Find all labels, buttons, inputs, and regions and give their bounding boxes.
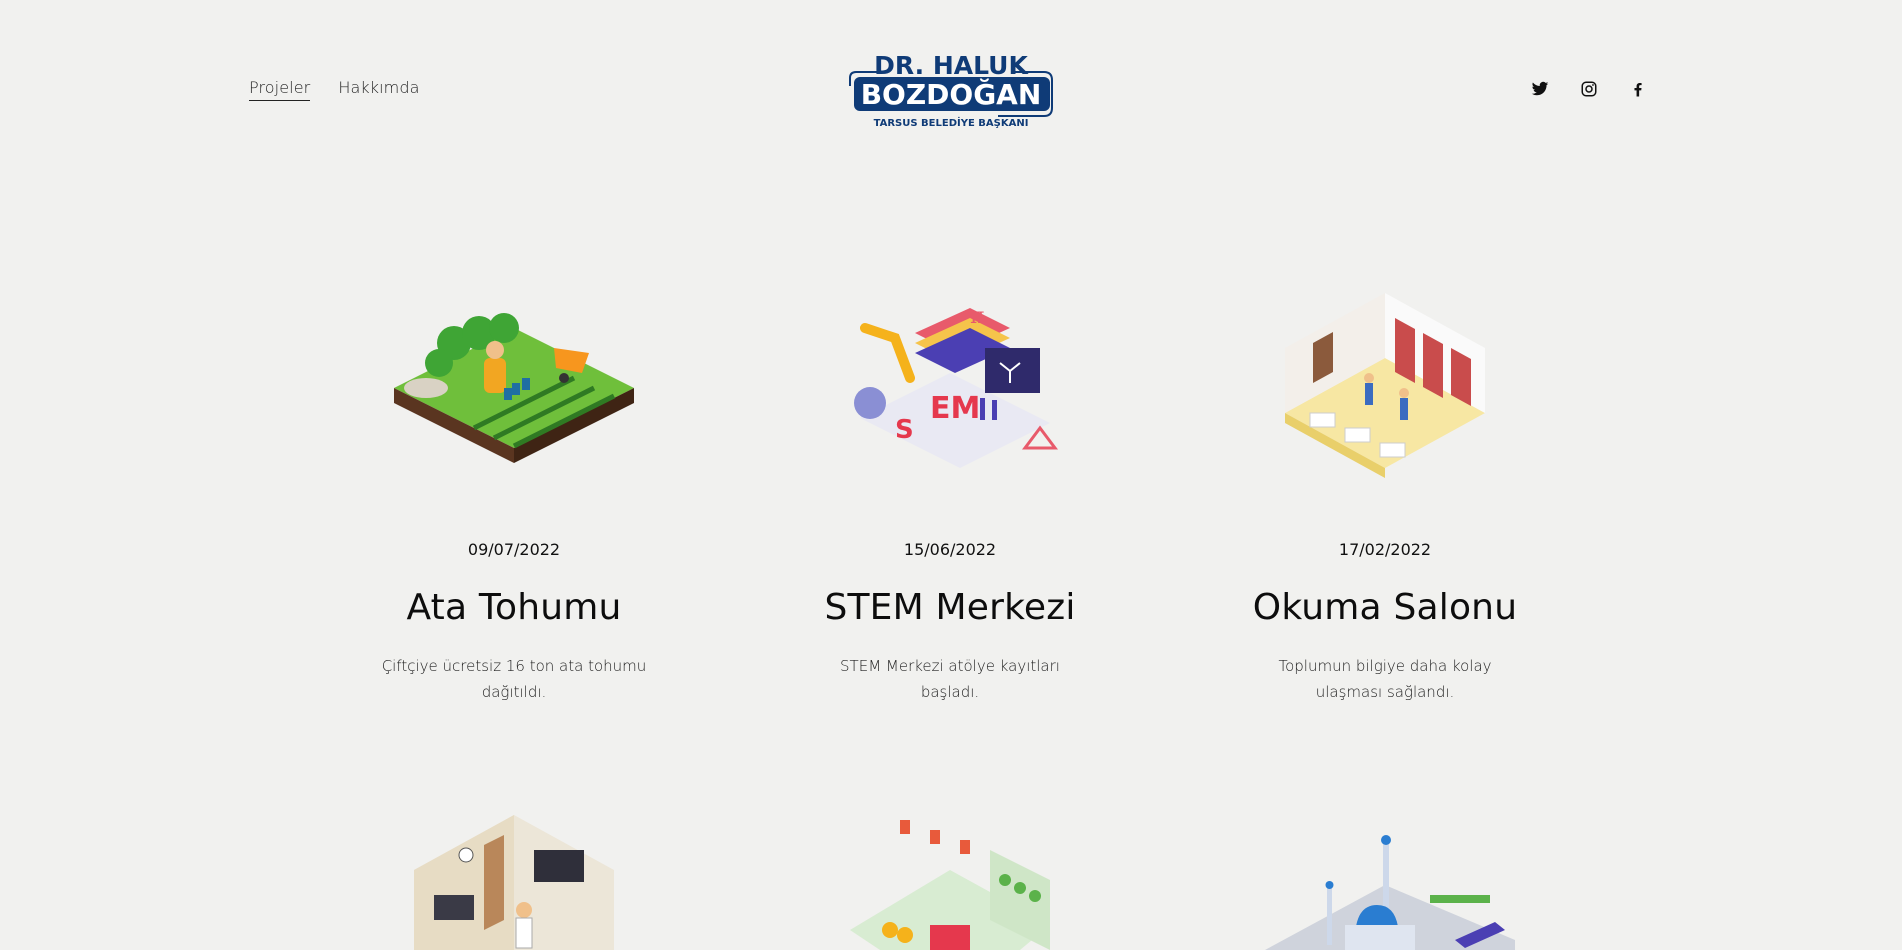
market-illustration[interactable] (820, 810, 1080, 950)
site-header: Projeler Hakkımda DR. HALUK BOZDOĞAN TAR… (0, 0, 1902, 160)
project-description: Çiftçiye ücretsiz 16 ton ata tohumu dağı… (381, 657, 647, 701)
project-text: 09/07/2022 Ata Tohumu Çiftçiye ücretsiz … (294, 540, 734, 705)
instagram-icon[interactable] (1580, 80, 1598, 98)
nav-projeler[interactable]: Projeler (249, 78, 311, 101)
nav-hakkimda[interactable]: Hakkımda (338, 78, 419, 101)
svg-text:π: π (970, 304, 984, 329)
logo-line1: DR. HALUK (874, 51, 1029, 80)
project-description: STEM Merkezi atölye kayıtları başladı. (840, 657, 1060, 701)
svg-text:EM: EM (930, 391, 980, 426)
project-text: 17/02/2022 Okuma Salonu Toplumun bilgiye… (1165, 540, 1605, 705)
library-illustration (1285, 293, 1485, 478)
project-title[interactable]: Ata Tohumu (294, 587, 734, 628)
site-logo[interactable]: DR. HALUK BOZDOĞAN TARSUS BELEDİYE BAŞKA… (848, 50, 1054, 130)
clinic-illustration[interactable] (384, 810, 644, 950)
project-title[interactable]: STEM Merkezi (730, 587, 1170, 628)
project-description: Toplumun bilgiye daha kolay ulaşması sağ… (1278, 657, 1492, 701)
stem-illustration: EM S π (854, 304, 1058, 468)
mosque-illustration[interactable] (1255, 810, 1515, 950)
svg-text:S: S (895, 415, 914, 445)
project-date: 17/02/2022 (1338, 540, 1432, 559)
twitter-icon[interactable] (1531, 80, 1549, 98)
project-date: 15/06/2022 (903, 540, 997, 559)
project-text: 15/06/2022 STEM Merkezi STEM Merkezi atö… (730, 540, 1170, 705)
logo-line2: BOZDOĞAN (861, 77, 1042, 111)
facebook-icon[interactable] (1629, 80, 1647, 98)
main-nav: Projeler Hakkımda (249, 78, 420, 101)
logo-line3: TARSUS BELEDİYE BAŞKANI (874, 115, 1029, 129)
farm-illustration (394, 313, 634, 463)
project-date: 09/07/2022 (467, 540, 561, 559)
project-title[interactable]: Okuma Salonu (1165, 587, 1605, 628)
social-links (1531, 80, 1647, 98)
